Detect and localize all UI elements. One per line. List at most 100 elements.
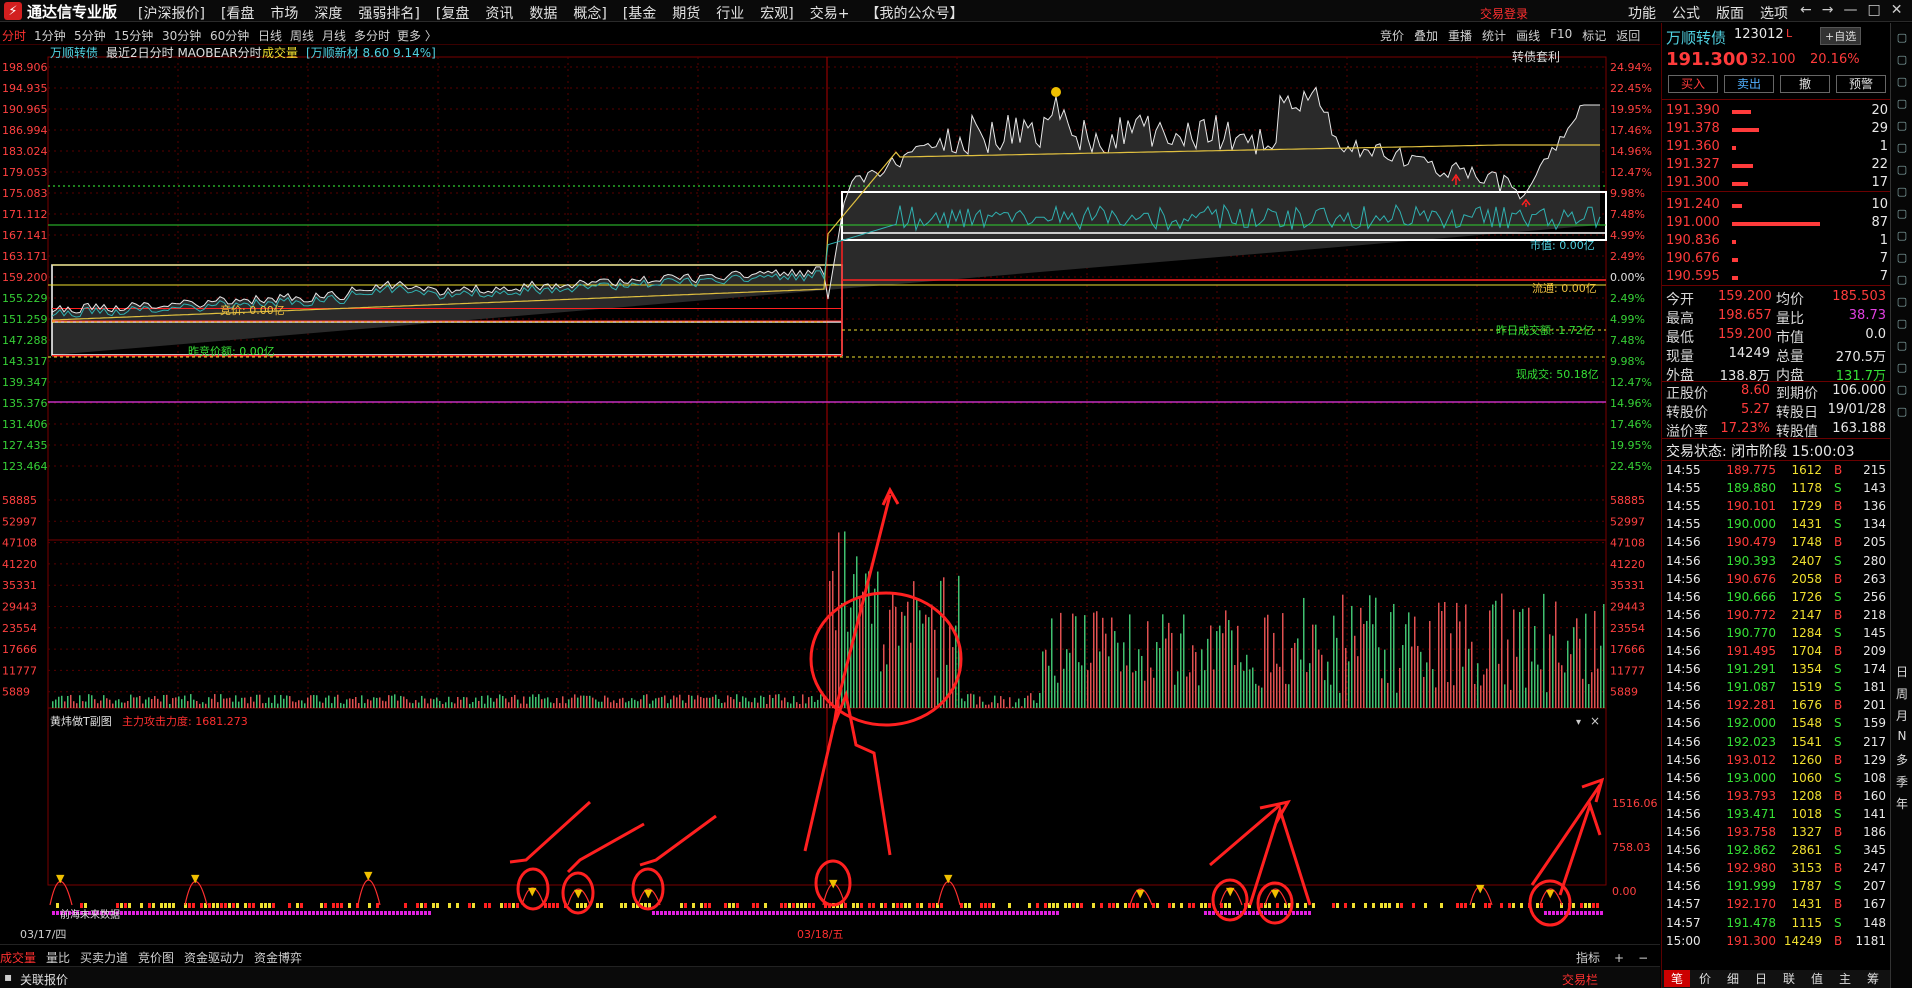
bond-arbitrage-label[interactable]: 转债套利: [1512, 49, 1560, 64]
sidebar-period-1[interactable]: 周: [1894, 685, 1910, 701]
right-menu-item-3[interactable]: 选项: [1752, 3, 1796, 23]
menu-item-9[interactable]: [基金: [615, 3, 664, 23]
tool-icon[interactable]: ▢: [1894, 75, 1910, 89]
quote-tab-2[interactable]: 细: [1720, 970, 1746, 987]
sub-chart-menu-icon[interactable]: ▾: [1576, 717, 1581, 728]
tool-button-4[interactable]: 画线: [1516, 27, 1540, 44]
right-menu-item-1[interactable]: 公式: [1664, 3, 1708, 23]
quote-tab-5[interactable]: 值: [1804, 970, 1830, 987]
tool-icon[interactable]: ▢: [1894, 185, 1910, 199]
quote-tab-6[interactable]: 主: [1832, 970, 1858, 987]
menu-item-11[interactable]: 行业: [708, 3, 752, 23]
tool-button-3[interactable]: 统计: [1482, 27, 1506, 44]
tool-icon[interactable]: ▢: [1894, 317, 1910, 331]
forward-icon[interactable]: →: [1822, 2, 1834, 18]
quote-tab-7[interactable]: 筹: [1860, 970, 1886, 987]
tool-button-2[interactable]: 重播: [1448, 27, 1472, 44]
period-tab-7[interactable]: 周线: [290, 27, 314, 44]
login-link[interactable]: 交易登录: [1480, 5, 1528, 22]
period-tab-9[interactable]: 多分时: [354, 27, 390, 44]
period-tab-0[interactable]: 分时: [2, 27, 26, 44]
period-tab-4[interactable]: 30分钟: [162, 27, 201, 44]
sidebar-period-6[interactable]: 年: [1894, 795, 1910, 811]
right-menu-item-2[interactable]: 版面: [1708, 3, 1752, 23]
tool-icon[interactable]: ▢: [1894, 163, 1910, 177]
intraday-chart[interactable]: 198.906 24.94% 194.935 22.45% 190.965 19.95% 1…: [0, 45, 1660, 944]
menu-item-5[interactable]: [复盘: [428, 3, 477, 23]
menu-item-14[interactable]: 【我的公众号】: [857, 3, 971, 23]
volume-bar: [1459, 621, 1461, 708]
menu-item-12[interactable]: 宏观]: [752, 3, 801, 23]
period-tab-6[interactable]: 日线: [258, 27, 282, 44]
add-favorite-button[interactable]: +自选: [1820, 27, 1862, 45]
tool-icon[interactable]: ▢: [1894, 53, 1910, 67]
indicator-tab-3[interactable]: 竞价图: [138, 949, 174, 966]
menu-item-3[interactable]: 深度: [306, 3, 350, 23]
sidebar-period-4[interactable]: 多: [1894, 751, 1910, 767]
menu-item-6[interactable]: 资讯: [477, 3, 521, 23]
tool-icon[interactable]: ▢: [1894, 405, 1910, 419]
menu-item-7[interactable]: 数据: [521, 3, 565, 23]
quote-tab-3[interactable]: 日: [1748, 970, 1774, 987]
action-button-2[interactable]: 撤: [1780, 75, 1830, 93]
sidebar-period-5[interactable]: 季: [1894, 773, 1910, 789]
period-tab-10[interactable]: 更多 〉: [397, 27, 437, 44]
menu-item-4[interactable]: 强弱排名]: [350, 3, 427, 23]
menu-item-8[interactable]: 概念]: [565, 3, 614, 23]
indicator-control-2[interactable]: −: [1638, 951, 1648, 965]
back-icon[interactable]: ←: [1800, 2, 1812, 18]
tool-icon[interactable]: ▢: [1894, 273, 1910, 287]
volume-bar: [1195, 652, 1197, 708]
tool-icon[interactable]: ▢: [1894, 361, 1910, 375]
tool-button-5[interactable]: F10: [1550, 27, 1572, 44]
indicator-tab-4[interactable]: 资金驱动力: [184, 949, 244, 966]
sub-chart-close-icon[interactable]: ×: [1590, 714, 1600, 728]
related-quote-link[interactable]: 关联报价: [20, 971, 68, 988]
close-icon[interactable]: ✕: [1891, 2, 1903, 18]
indicator-control-1[interactable]: +: [1614, 951, 1624, 965]
tool-icon[interactable]: ▢: [1894, 119, 1910, 133]
quote-tab-1[interactable]: 价: [1692, 970, 1718, 987]
period-tab-1[interactable]: 1分钟: [34, 27, 66, 44]
right-menu-item-0[interactable]: 功能: [1620, 3, 1664, 23]
menu-item-0[interactable]: [沪深报价]: [130, 3, 213, 23]
period-tab-8[interactable]: 月线: [322, 27, 346, 44]
sidebar-period-3[interactable]: N: [1894, 729, 1910, 743]
menu-item-2[interactable]: 市场: [262, 3, 306, 23]
minimize-icon[interactable]: —: [1843, 2, 1857, 18]
tool-icon[interactable]: ▢: [1894, 229, 1910, 243]
indicator-control-0[interactable]: 指标: [1576, 951, 1600, 965]
period-tab-2[interactable]: 5分钟: [74, 27, 106, 44]
indicator-tab-0[interactable]: 成交量: [0, 949, 36, 966]
tool-icon[interactable]: ▢: [1894, 339, 1910, 353]
quote-tab-0[interactable]: 笔: [1664, 970, 1690, 987]
tool-icon[interactable]: ▢: [1894, 141, 1910, 155]
maximize-icon[interactable]: □: [1867, 2, 1880, 18]
tool-icon[interactable]: ▢: [1894, 207, 1910, 221]
tool-icon[interactable]: ▢: [1894, 383, 1910, 397]
sidebar-period-2[interactable]: 月: [1894, 707, 1910, 723]
indicator-tab-5[interactable]: 资金博弈: [254, 949, 302, 966]
period-tab-5[interactable]: 60分钟: [210, 27, 249, 44]
volume-bar: [1573, 627, 1575, 708]
sidebar-period-0[interactable]: 日: [1894, 663, 1910, 679]
period-tab-3[interactable]: 15分钟: [114, 27, 153, 44]
indicator-tab-2[interactable]: 买卖力道: [80, 949, 128, 966]
tool-icon[interactable]: ▢: [1894, 251, 1910, 265]
action-button-3[interactable]: 预警: [1836, 75, 1886, 93]
indicator-tab-1[interactable]: 量比: [46, 949, 70, 966]
menu-item-10[interactable]: 期货: [664, 3, 708, 23]
tool-button-0[interactable]: 竞价: [1380, 27, 1404, 44]
tool-button-7[interactable]: 返回: [1616, 27, 1640, 44]
action-button-0[interactable]: 买入: [1668, 75, 1718, 93]
tool-button-6[interactable]: 标记: [1582, 27, 1606, 44]
tool-icon[interactable]: ▢: [1894, 295, 1910, 309]
tool-button-1[interactable]: 叠加: [1414, 27, 1438, 44]
menu-item-13[interactable]: 交易+: [802, 3, 858, 23]
action-button-1[interactable]: 卖出: [1724, 75, 1774, 93]
trade-bar-link[interactable]: 交易栏: [1562, 971, 1598, 988]
tool-icon[interactable]: ▢: [1894, 31, 1910, 45]
quote-tab-4[interactable]: 联: [1776, 970, 1802, 987]
tool-icon[interactable]: ▢: [1894, 97, 1910, 111]
menu-item-1[interactable]: [看盘: [213, 3, 262, 23]
